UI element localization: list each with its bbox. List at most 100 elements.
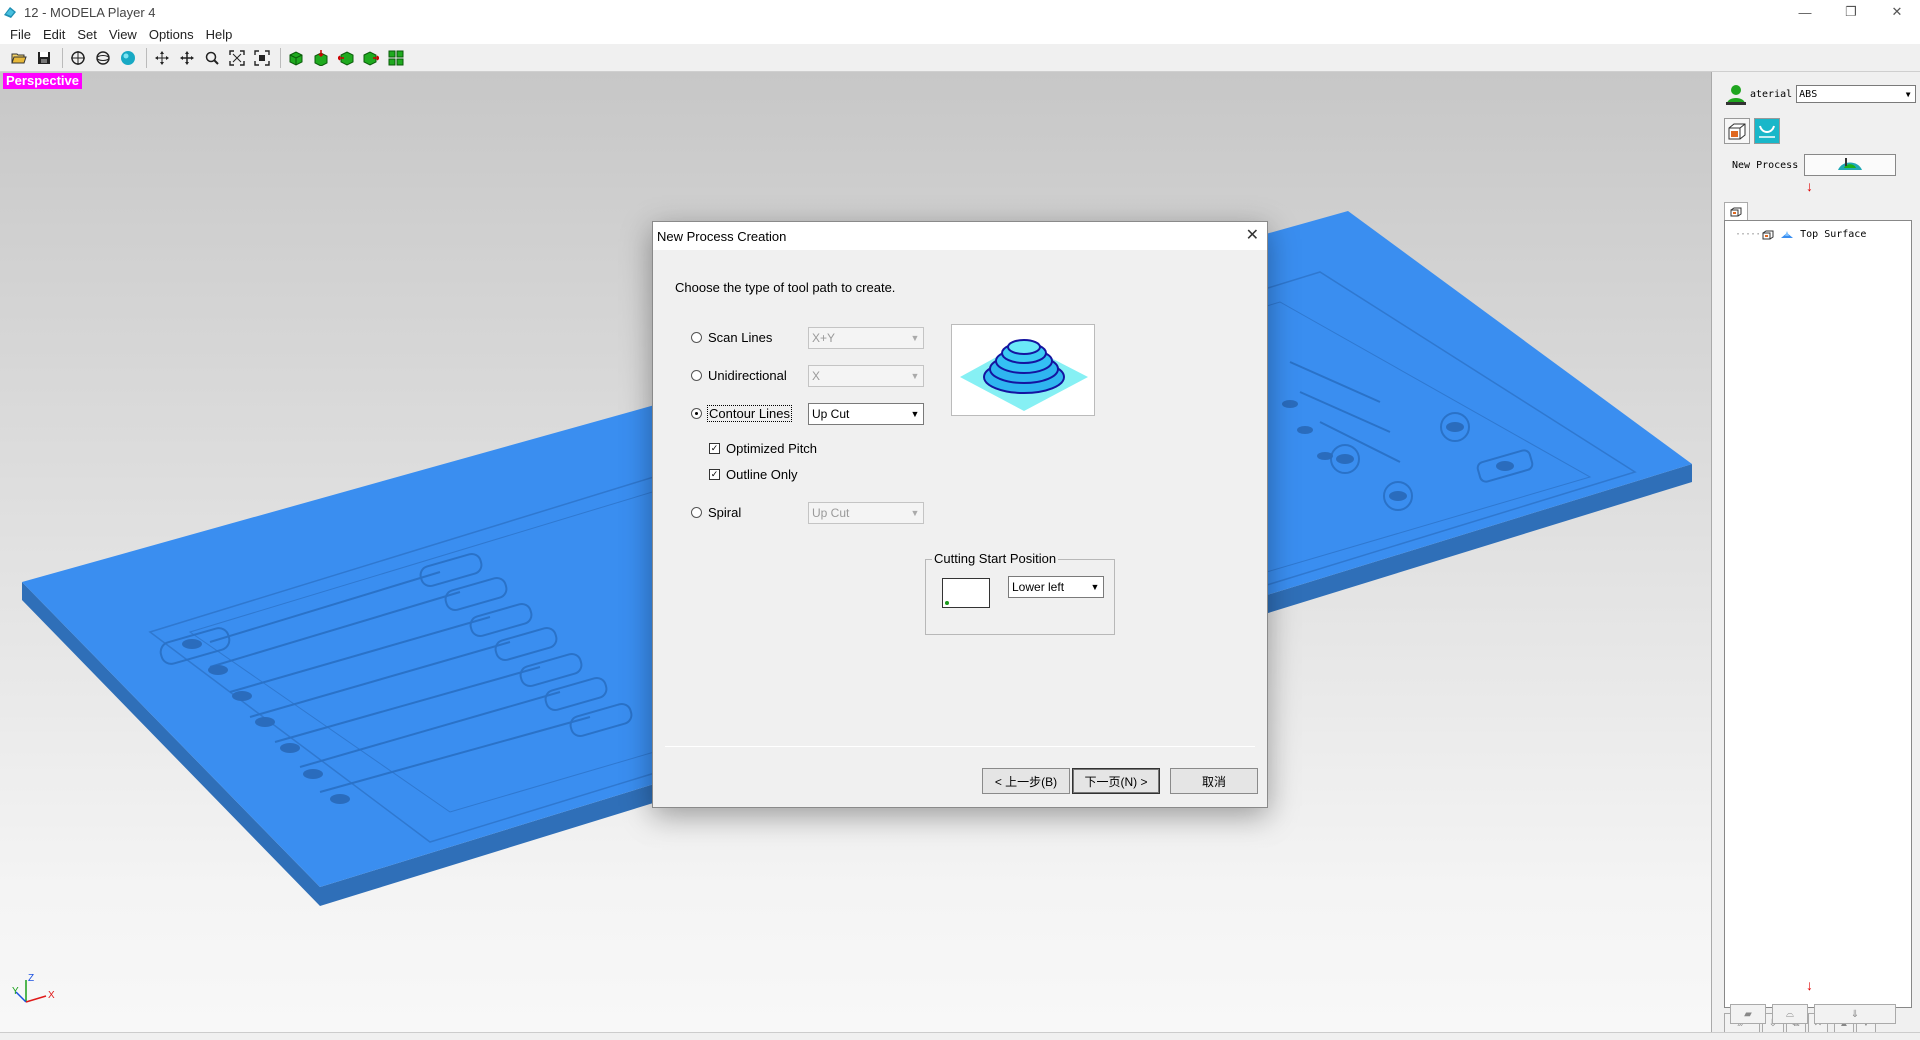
radio-contour-lines[interactable] — [691, 408, 702, 419]
dialog-title-bar: New Process Creation ✕ — [653, 222, 1267, 250]
chevron-down-icon: ▼ — [1905, 89, 1911, 99]
axis-x-label: X — [48, 990, 55, 1001]
green-box-right-icon[interactable] — [360, 47, 382, 69]
menu-file[interactable]: File — [4, 27, 37, 42]
material-label: aterial — [1750, 88, 1793, 100]
right-panel: aterial ABS ▼ New Process ↓ ····· Top Su… — [1716, 72, 1920, 1040]
checkbox-check-icon[interactable]: ✓ — [709, 443, 720, 454]
option-spiral[interactable]: Spiral — [691, 505, 741, 520]
checkbox-label: Outline Only — [726, 467, 798, 482]
axis-indicator: Z Y X — [12, 973, 55, 1003]
simulate-button[interactable]: ⌓ — [1772, 1004, 1808, 1024]
pan-icon[interactable] — [151, 47, 173, 69]
option-unidirectional[interactable]: Unidirectional — [691, 368, 787, 383]
option-label: Contour Lines — [707, 405, 792, 422]
menu-bar: File Edit Set View Options Help — [0, 24, 1920, 44]
option-label: Spiral — [708, 505, 742, 520]
status-bar — [0, 1032, 1920, 1040]
chevron-down-icon: ▼ — [910, 371, 920, 381]
option-contour-lines[interactable]: Contour Lines — [691, 405, 792, 422]
tree-connector: ····· — [1735, 229, 1761, 240]
radio-unidirectional[interactable] — [691, 370, 702, 381]
view-front-icon[interactable] — [67, 47, 89, 69]
move-icon[interactable] — [176, 47, 198, 69]
restore-button[interactable]: ❐ — [1828, 0, 1874, 24]
chevron-down-icon: ▼ — [1090, 582, 1100, 592]
start-position-diagram — [942, 578, 990, 608]
new-process-button[interactable] — [1804, 154, 1897, 176]
view-side-icon[interactable] — [92, 47, 114, 69]
tree-item-top-surface[interactable]: ····· Top Surface — [1735, 229, 1866, 240]
panel-icon-row — [1724, 118, 1780, 144]
chevron-down-icon: ▼ — [910, 409, 920, 419]
contour-lines-combo[interactable]: Up Cut ▼ — [808, 403, 924, 425]
unidirectional-combo: X ▼ — [808, 365, 924, 387]
radio-scan-lines[interactable] — [691, 332, 702, 343]
close-button[interactable]: ✕ — [1874, 0, 1920, 24]
spiral-combo: Up Cut ▼ — [808, 502, 924, 524]
menu-options[interactable]: Options — [143, 27, 200, 42]
green-layout-icon[interactable] — [385, 47, 407, 69]
chevron-down-icon: ▼ — [910, 333, 920, 343]
material-user-icon[interactable] — [1724, 82, 1748, 106]
process-tree[interactable]: ····· Top Surface — [1724, 220, 1912, 1008]
dialog-title: New Process Creation — [657, 228, 787, 244]
zoom-icon[interactable] — [201, 47, 223, 69]
open-icon[interactable] — [8, 47, 30, 69]
toolpath-preview — [951, 324, 1095, 416]
toolbar-separator — [280, 47, 281, 68]
back-button[interactable]: < 上一步(B) — [982, 768, 1070, 794]
material-select[interactable]: ABS ▼ — [1796, 85, 1917, 103]
combo-value: X — [812, 369, 821, 383]
cancel-button[interactable]: 取消 — [1170, 768, 1258, 794]
green-box-down-icon[interactable] — [310, 47, 332, 69]
checkbox-label: Optimized Pitch — [726, 441, 818, 456]
model-icon — [1762, 230, 1774, 239]
model-size-button[interactable] — [1724, 118, 1750, 144]
render-sphere-icon[interactable] — [117, 47, 139, 69]
combo-value: Lower left — [1012, 580, 1065, 594]
material-value: ABS — [1799, 88, 1818, 100]
cut-button[interactable]: ⇓ — [1814, 1004, 1896, 1024]
app-icon — [4, 7, 16, 18]
surface-icon — [1781, 230, 1794, 238]
checkbox-check-icon[interactable]: ✓ — [709, 469, 720, 480]
title-bar: 12 - MODELA Player 4 — ❐ ✕ — [0, 0, 1920, 24]
preview-cut-button[interactable]: ▰ — [1730, 1004, 1766, 1024]
zoom-window-icon[interactable] — [251, 47, 273, 69]
start-point-marker — [945, 601, 949, 605]
minimize-button[interactable]: — — [1782, 0, 1828, 24]
toolbar-separator — [62, 47, 63, 68]
material-row: aterial ABS ▼ — [1724, 82, 1917, 106]
scan-lines-combo: X+Y ▼ — [808, 327, 924, 349]
contour-preview-illustration — [960, 339, 1088, 411]
zoom-fit-icon[interactable] — [226, 47, 248, 69]
save-icon[interactable] — [33, 47, 55, 69]
bottom-action-row: ▰ ⌓ ⇓ — [1730, 1004, 1896, 1024]
window-title: 12 - MODELA Player 4 — [24, 4, 156, 20]
chevron-down-icon: ▼ — [910, 508, 920, 518]
optimized-pitch-checkbox[interactable]: ✓ Optimized Pitch — [709, 441, 817, 456]
menu-view[interactable]: View — [103, 27, 143, 42]
option-label: Unidirectional — [708, 368, 787, 383]
option-scan-lines[interactable]: Scan Lines — [691, 330, 772, 345]
toolbar — [0, 44, 1920, 72]
new-process-dialog: New Process Creation ✕ Choose the type o… — [652, 221, 1268, 808]
new-process-label: New Process — [1732, 159, 1799, 171]
group-title: Cutting Start Position — [932, 551, 1059, 566]
close-icon[interactable]: ✕ — [1246, 225, 1259, 245]
menu-set[interactable]: Set — [71, 27, 103, 42]
green-box-left-icon[interactable] — [335, 47, 357, 69]
start-position-combo[interactable]: Lower left ▼ — [1008, 576, 1104, 598]
menu-help[interactable]: Help — [200, 27, 239, 42]
combo-value: Up Cut — [812, 506, 850, 520]
menu-edit[interactable]: Edit — [37, 27, 71, 42]
next-button[interactable]: 下一页(N) > — [1072, 768, 1160, 794]
tool-surface-button[interactable] — [1754, 118, 1780, 144]
outline-only-checkbox[interactable]: ✓ Outline Only — [709, 467, 798, 482]
combo-value: X+Y — [812, 331, 836, 345]
tree-tab[interactable] — [1724, 202, 1748, 220]
radio-spiral[interactable] — [691, 507, 702, 518]
green-box-icon[interactable] — [285, 47, 307, 69]
dialog-prompt: Choose the type of tool path to create. — [675, 280, 896, 295]
